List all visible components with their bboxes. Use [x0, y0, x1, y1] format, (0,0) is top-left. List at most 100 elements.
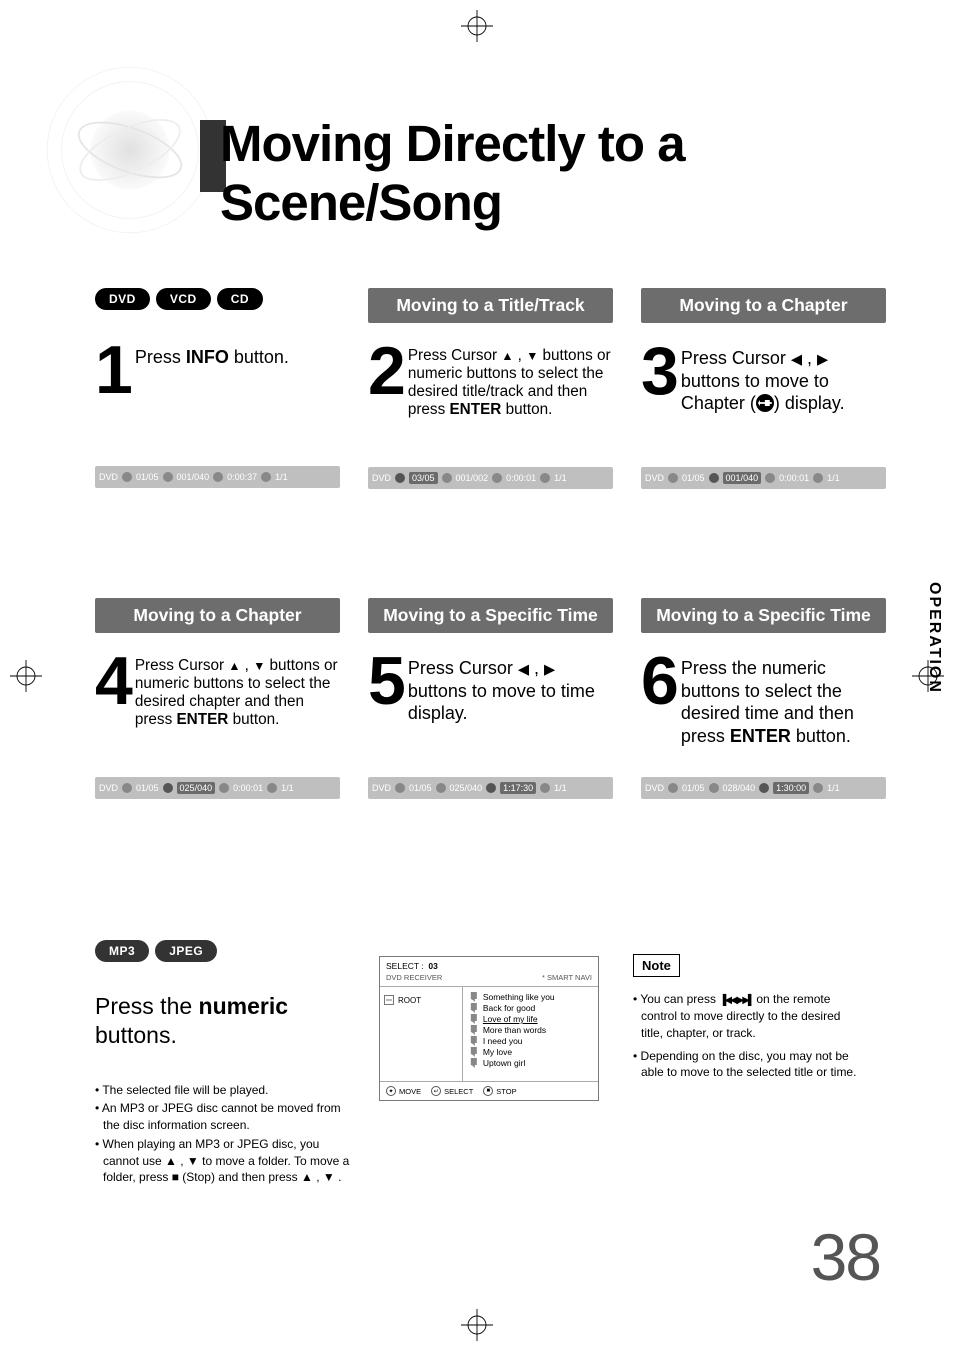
section-tab-label: OPERATION [925, 582, 943, 694]
time-icon [492, 473, 502, 483]
step-number: 6 [641, 651, 675, 712]
pill-jpeg: JPEG [155, 940, 217, 962]
step-cell-6: Moving to a Specific Time 6 Press the nu… [641, 598, 886, 878]
page-title: Moving Directly to a Scene/Song [220, 114, 904, 232]
sub-icon [261, 472, 271, 482]
smart-navi-screen: SELECT : 03 DVD RECEIVER * SMART NAVI RO… [379, 956, 599, 1101]
select-label: SELECT : 03 [386, 961, 438, 971]
time-icon [759, 783, 769, 793]
lower-bullets: The selected file will be played. An MP3… [95, 1082, 355, 1187]
pill-vcd: VCD [156, 288, 211, 310]
track-item: I need you [469, 1036, 592, 1046]
root-node: ROOT [384, 995, 458, 1005]
step-text: Press Cursor , buttons or numeric button… [408, 341, 613, 419]
strip-title: 01/05 [682, 473, 705, 483]
folder-minus-icon [384, 995, 394, 1005]
strip-time: 1:30:00 [773, 782, 809, 794]
step-4: 4 Press Cursor , buttons or numeric butt… [95, 651, 340, 751]
strip-title: 03/05 [409, 472, 438, 484]
status-strip-6: DVD 01/05 028/040 1:30:00 1/1 [641, 777, 886, 799]
sub-icon [813, 783, 823, 793]
lower-heading: Press the numeric buttons. [95, 992, 355, 1050]
strip-chapter: 028/040 [723, 783, 756, 793]
chapter-strip-icon [163, 783, 173, 793]
step-number: 3 [641, 341, 675, 402]
step-number: 4 [95, 651, 129, 712]
strip-label: DVD [99, 783, 118, 793]
music-note-icon [469, 1003, 479, 1013]
strip-sub: 1/1 [281, 783, 294, 793]
step-number: 5 [368, 651, 402, 712]
strip-title: 01/05 [409, 783, 432, 793]
title-icon [395, 783, 405, 793]
file-type-pills: MP3 JPEG [95, 940, 355, 962]
strip-title: 01/05 [682, 783, 705, 793]
pill-dvd: DVD [95, 288, 150, 310]
note-label: Note [633, 954, 680, 977]
step-2: 2 Press Cursor , buttons or numeric butt… [368, 341, 613, 441]
step-cell-5: Moving to a Specific Time 5 Press Cursor… [368, 598, 613, 878]
step-1: 1 Press INFO button. [95, 340, 340, 440]
step-header: Moving to a Chapter [95, 598, 340, 633]
step-6: 6 Press the numeric buttons to select th… [641, 651, 886, 751]
chapter-strip-icon [709, 783, 719, 793]
track-item: Something like you [469, 992, 592, 1002]
track-item: Uptown girl [469, 1058, 592, 1068]
enter-icon: ↵ [431, 1086, 441, 1096]
music-note-icon [469, 1025, 479, 1035]
status-strip-4: DVD 01/05 025/040 0:00:01 1/1 [95, 777, 340, 799]
dpad-icon: ✦ [386, 1086, 396, 1096]
sub-icon [540, 473, 550, 483]
status-strip-1: DVD 01/05 001/040 0:00:37 1/1 [95, 466, 340, 488]
step-text: Press Cursor , buttons or numeric button… [135, 651, 340, 729]
strip-label: DVD [645, 783, 664, 793]
time-icon [213, 472, 223, 482]
strip-time: 0:00:01 [233, 783, 263, 793]
page-title-row: Moving Directly to a Scene/Song [200, 110, 904, 200]
strip-sub: 1/1 [554, 783, 567, 793]
strip-sub: 1/1 [827, 783, 840, 793]
strip-chapter: 001/040 [177, 472, 210, 482]
lower-bullet: The selected file will be played. [95, 1082, 355, 1099]
chapter-strip-icon [436, 783, 446, 793]
step-text: Press the numeric buttons to select the … [681, 651, 886, 747]
step-text: Press Cursor , buttons to move to Chapte… [681, 341, 886, 415]
title-icon [122, 472, 132, 482]
music-note-icon [469, 1047, 479, 1057]
music-note-icon [469, 1036, 479, 1046]
strip-label: DVD [645, 473, 664, 483]
step-number: 1 [95, 340, 129, 401]
section-tab: OPERATION [914, 568, 954, 708]
track-list: Something like you Back for good Love of… [463, 987, 598, 1081]
device-label: DVD RECEIVER [386, 973, 442, 982]
title-icon [122, 783, 132, 793]
note-col: Note You can press ▐◀◀ ▶▶▌ on the remote… [633, 940, 859, 1188]
strip-title: 01/05 [136, 472, 159, 482]
step-header: Moving to a Chapter [641, 288, 886, 323]
mode-label: * SMART NAVI [542, 973, 592, 982]
music-note-icon [469, 1058, 479, 1068]
step-cell-1: DVD VCD CD 1 Press INFO button. DVD 01/0… [95, 288, 340, 568]
pill-mp3: MP3 [95, 940, 149, 962]
step-number: 2 [368, 341, 402, 402]
status-strip-5: DVD 01/05 025/040 1:17:30 1/1 [368, 777, 613, 799]
note-item: You can press ▐◀◀ ▶▶▌ on the remote cont… [633, 991, 859, 1042]
step-cell-4: Moving to a Chapter 4 Press Cursor , but… [95, 598, 340, 878]
sub-icon [540, 783, 550, 793]
strip-label: DVD [372, 473, 391, 483]
strip-sub: 1/1 [827, 473, 840, 483]
note-item: Depending on the disc, you may not be ab… [633, 1048, 859, 1082]
strip-label: DVD [372, 783, 391, 793]
step-header: Moving to a Specific Time [368, 598, 613, 633]
lower-section: MP3 JPEG Press the numeric buttons. The … [95, 940, 859, 1188]
time-icon [765, 473, 775, 483]
strip-time: 0:00:01 [506, 473, 536, 483]
page-number: 38 [811, 1219, 880, 1295]
strip-sub: 1/1 [275, 472, 288, 482]
chapter-strip-icon [709, 473, 719, 483]
track-item: My love [469, 1047, 592, 1057]
disc-type-pills: DVD VCD CD [95, 288, 340, 310]
status-strip-3: DVD 01/05 001/040 0:00:01 1/1 [641, 467, 886, 489]
title-icon [668, 473, 678, 483]
strip-time: 0:00:37 [227, 472, 257, 482]
